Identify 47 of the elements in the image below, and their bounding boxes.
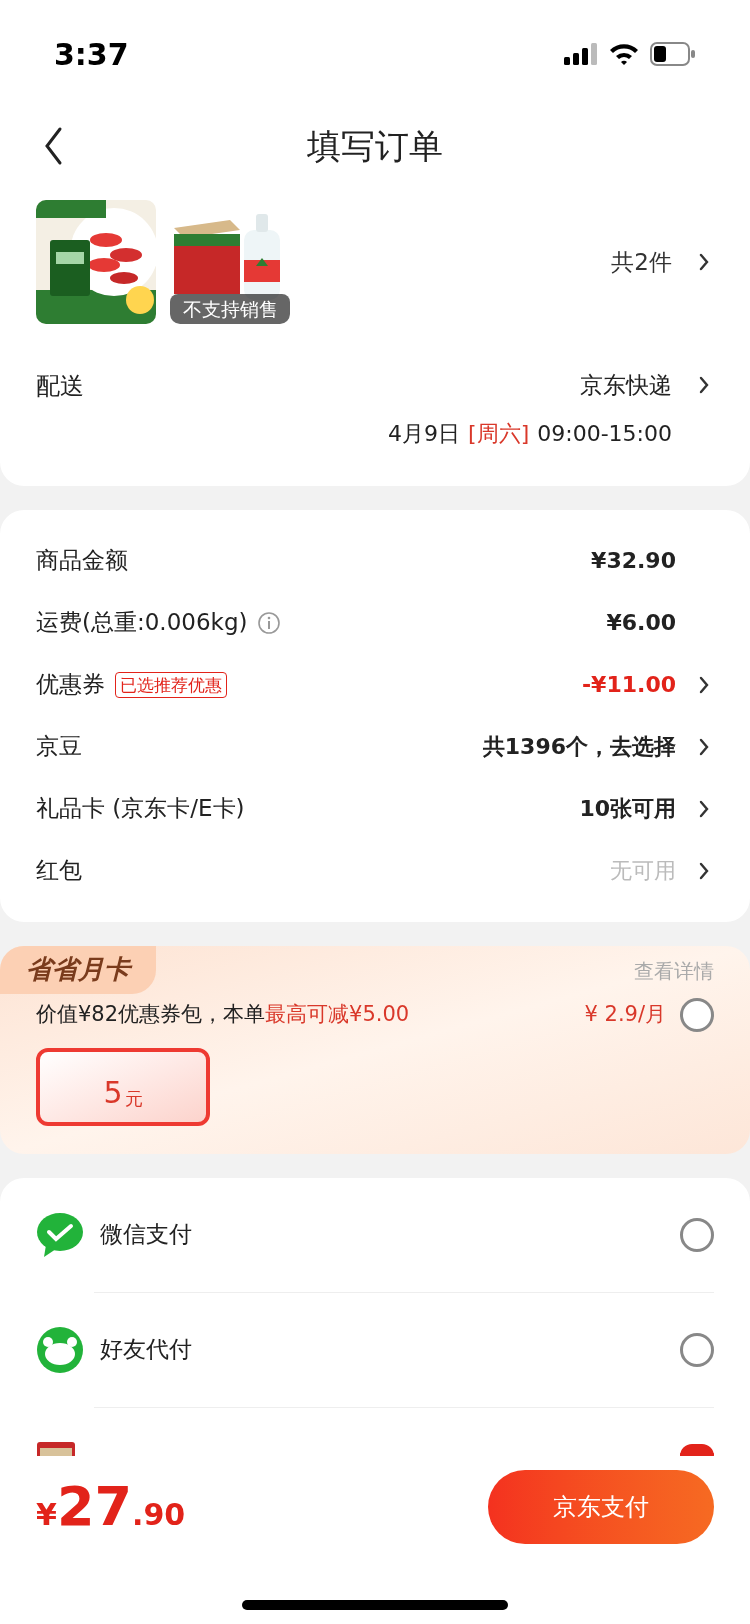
chevron-right-icon [698, 674, 710, 695]
delivery-date: 4月9日 [388, 419, 461, 448]
offer-description: 价值¥82优惠券包，本单最高可减¥5.00 [36, 1000, 410, 1028]
fee-value-link[interactable]: 10张可用 [579, 792, 714, 825]
fee-value-link[interactable]: -¥11.00 [581, 668, 714, 701]
radio-button[interactable] [680, 1332, 714, 1367]
delivery-method-link[interactable]: 京东快递 [580, 368, 714, 403]
coupon-badge: 已选推荐优惠 [115, 671, 227, 698]
delivery-label: 配送 [36, 371, 84, 402]
payment-method-label: 好友代付 [100, 1335, 192, 1365]
signal-icon [564, 43, 598, 65]
monthly-price: ¥ 2.9/月 [584, 1000, 666, 1028]
fee-label: 礼品卡 (京东卡/E卡) [36, 794, 245, 824]
delivery-time: 09:00-15:00 [537, 419, 672, 448]
fee-value-link[interactable]: 共1396个，去选择 [482, 730, 714, 763]
radio-button[interactable] [680, 1217, 714, 1252]
friend-face-icon [36, 1325, 84, 1374]
unavailable-tag: 不支持销售 [170, 294, 290, 324]
battery-icon [650, 42, 696, 66]
delivery-weekday: [周六] [468, 419, 530, 448]
status-time: 3:37 [54, 35, 129, 74]
fee-label: 优惠券 [36, 670, 105, 700]
chevron-right-icon [698, 252, 710, 272]
chevron-right-icon [698, 375, 710, 396]
fee-label: 红包 [36, 856, 82, 886]
fee-label: 商品金额 [36, 546, 128, 576]
payment-method-label: 微信支付 [100, 1220, 192, 1250]
chevron-right-icon [698, 736, 710, 757]
price-decimals: .90 [132, 1496, 186, 1534]
item-count-link[interactable]: 共2件 [611, 244, 714, 280]
coupon-ticket: 5 元 [36, 1047, 210, 1126]
card-icon [36, 1439, 76, 1456]
total-price: 27 [56, 1479, 133, 1535]
page-title: 填写订单 [307, 124, 443, 168]
fee-value: ¥32.90 [591, 547, 676, 575]
chevron-right-icon [698, 798, 710, 819]
chevron-right-icon [698, 860, 710, 881]
wifi-icon [608, 42, 640, 66]
fee-value: ¥6.00 [606, 609, 676, 637]
monthly-card-title: 省省月卡 [0, 945, 156, 994]
radio-button[interactable] [680, 997, 714, 1032]
chat-bubble-icon [36, 1210, 84, 1259]
info-icon[interactable] [257, 610, 282, 635]
currency-symbol: ¥ [36, 1497, 57, 1534]
fee-label: 京豆 [36, 732, 82, 762]
fee-label: 运费(总重:0.006kg) [36, 608, 248, 638]
radio-button[interactable] [680, 1443, 714, 1456]
